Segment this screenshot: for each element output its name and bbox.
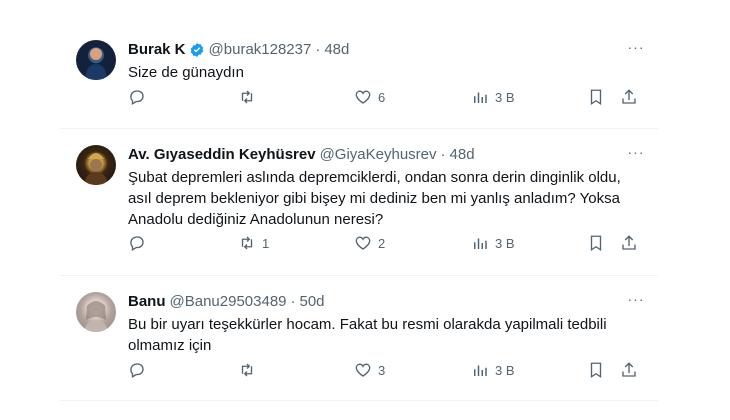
tweet-text: Size de günaydın	[128, 64, 244, 81]
tweet-header: Av. Gıyaseddin Keyhüsrev @GiyaKeyhusrev …	[128, 145, 646, 165]
handle[interactable]: @Banu29503489	[170, 292, 287, 312]
reply-icon	[130, 90, 144, 105]
avatar[interactable]	[76, 292, 116, 332]
views-button[interactable]: 3 B	[471, 88, 515, 106]
like-button[interactable]: 3	[354, 361, 388, 379]
bookmark-button[interactable]	[587, 234, 605, 252]
tweet-body: Banu @Banu29503489 · 50d ··· Bu bir uyar…	[128, 292, 646, 356]
bookmark-icon	[590, 362, 602, 379]
view-count: 3 B	[495, 89, 515, 105]
retweet-button[interactable]	[238, 88, 272, 106]
heart-icon	[355, 90, 371, 104]
retweet-count: 1	[262, 235, 270, 251]
tweet[interactable]: Burak K @burak128237 · 48d ··· Size de g…	[60, 22, 658, 129]
timestamp[interactable]: 48d	[324, 40, 349, 60]
display-name[interactable]: Burak K	[128, 40, 186, 60]
reply-thread: Burak K @burak128237 · 48d ··· Size de g…	[60, 22, 658, 401]
share-button[interactable]	[620, 361, 638, 379]
retweet-icon	[241, 90, 253, 104]
tweet[interactable]: Av. Gıyaseddin Keyhüsrev @GiyaKeyhusrev …	[60, 129, 658, 276]
views-icon	[474, 92, 487, 103]
retweet-button[interactable]: 1	[238, 234, 272, 252]
like-button[interactable]: 6	[354, 88, 388, 106]
separator-dot: ·	[315, 41, 321, 58]
timestamp[interactable]: 50d	[300, 292, 325, 312]
more-options-icon[interactable]: ···	[626, 292, 646, 312]
like-count: 3	[378, 362, 386, 378]
tweet-body: Burak K @burak128237 · 48d ··· Size de g…	[128, 40, 646, 83]
display-name[interactable]: Banu	[128, 292, 166, 312]
timestamp[interactable]: 48d	[450, 145, 475, 165]
views-icon	[474, 238, 487, 249]
heart-icon	[355, 236, 371, 250]
more-options-icon[interactable]: ···	[626, 40, 646, 60]
views-button[interactable]: 3 B	[471, 361, 515, 379]
tweet-header: Banu @Banu29503489 · 50d	[128, 292, 646, 312]
bookmark-icon	[590, 89, 602, 106]
tweet-text: Bu bir uyarı teşekkürler hocam. Fakat bu…	[128, 316, 607, 354]
more-options-icon[interactable]: ···	[626, 145, 646, 165]
share-icon	[622, 362, 636, 377]
view-count: 3 B	[495, 235, 515, 251]
reply-button[interactable]	[128, 234, 162, 252]
retweet-button[interactable]	[238, 361, 272, 379]
views-button[interactable]: 3 B	[471, 234, 515, 252]
retweet-icon	[241, 236, 253, 250]
separator-dot: ·	[290, 293, 296, 310]
reply-icon	[130, 363, 144, 378]
view-count: 3 B	[495, 362, 515, 378]
views-icon	[474, 365, 487, 376]
share-button[interactable]	[620, 88, 638, 106]
handle[interactable]: @GiyaKeyhusrev	[320, 145, 437, 165]
bookmark-button[interactable]	[587, 361, 605, 379]
avatar[interactable]	[76, 145, 116, 185]
tweet-text: Şubat depremleri aslında depremciklerdi,…	[128, 169, 621, 228]
reply-icon	[130, 236, 144, 251]
bookmark-button[interactable]	[587, 88, 605, 106]
share-button[interactable]	[620, 234, 638, 252]
display-name[interactable]: Av. Gıyaseddin Keyhüsrev	[128, 145, 316, 165]
avatar[interactable]	[76, 40, 116, 80]
like-count: 6	[378, 89, 386, 105]
tweet-body: Av. Gıyaseddin Keyhüsrev @GiyaKeyhusrev …	[128, 145, 646, 230]
reply-button[interactable]	[128, 88, 162, 106]
share-icon	[622, 235, 636, 250]
handle[interactable]: @burak128237	[209, 40, 312, 60]
tweet-header: Burak K @burak128237 · 48d	[128, 40, 646, 60]
retweet-icon	[241, 363, 253, 377]
heart-icon	[355, 363, 371, 377]
like-button[interactable]: 2	[354, 234, 388, 252]
separator-dot: ·	[440, 146, 446, 163]
reply-button[interactable]	[128, 361, 162, 379]
tweet[interactable]: Banu @Banu29503489 · 50d ··· Bu bir uyar…	[60, 276, 658, 401]
verified-badge-icon	[189, 42, 205, 58]
like-count: 2	[378, 235, 386, 251]
share-icon	[622, 89, 636, 104]
bookmark-icon	[590, 235, 602, 252]
